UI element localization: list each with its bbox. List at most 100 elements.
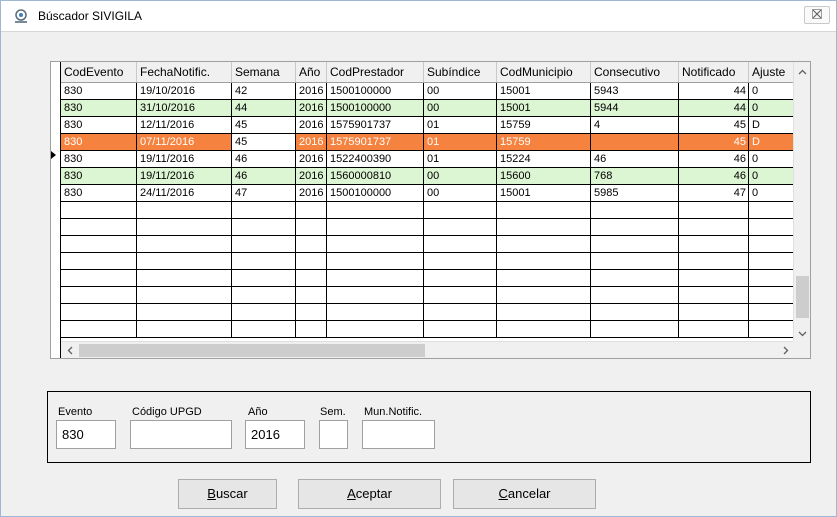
- table-cell[interactable]: [679, 236, 749, 252]
- table-cell[interactable]: 15001: [497, 185, 591, 201]
- table-cell[interactable]: [497, 253, 591, 269]
- table-cell[interactable]: [296, 321, 327, 337]
- table-cell[interactable]: [327, 236, 424, 252]
- column-header[interactable]: Consecutivo: [591, 62, 679, 82]
- table-cell[interactable]: [749, 202, 796, 218]
- table-cell[interactable]: [232, 287, 296, 303]
- horizontal-scrollbar[interactable]: [61, 341, 794, 358]
- table-cell[interactable]: D: [749, 134, 796, 150]
- table-cell[interactable]: [591, 134, 679, 150]
- table-cell[interactable]: [61, 270, 137, 286]
- table-cell[interactable]: [61, 287, 137, 303]
- table-cell[interactable]: 0: [749, 100, 796, 116]
- table-cell[interactable]: 15759: [497, 117, 591, 133]
- table-cell[interactable]: [327, 321, 424, 337]
- table-cell[interactable]: [137, 253, 232, 269]
- title-bar[interactable]: Búscador SIVIGILA: [1, 1, 836, 32]
- table-cell[interactable]: [424, 270, 497, 286]
- table-cell[interactable]: 830: [61, 117, 137, 133]
- table-cell[interactable]: [749, 219, 796, 235]
- column-header[interactable]: Subíndice: [424, 62, 497, 82]
- table-cell[interactable]: 46: [591, 151, 679, 167]
- semana-input[interactable]: [319, 420, 348, 449]
- table-cell[interactable]: 44: [679, 83, 749, 99]
- table-cell[interactable]: 47: [232, 185, 296, 201]
- table-cell[interactable]: 1522400390: [327, 151, 424, 167]
- table-cell[interactable]: [232, 270, 296, 286]
- table-cell[interactable]: 2016: [296, 134, 327, 150]
- table-cell[interactable]: [232, 321, 296, 337]
- table-cell[interactable]: [679, 270, 749, 286]
- table-cell[interactable]: 1575901737: [327, 134, 424, 150]
- row-selector-column[interactable]: [51, 62, 61, 358]
- table-cell[interactable]: [327, 287, 424, 303]
- table-row[interactable]: 830 12/11/2016 45 2016 1575901737 01 15759 4 45 D: [61, 117, 796, 134]
- municipio-input[interactable]: [362, 420, 435, 449]
- table-cell[interactable]: [232, 304, 296, 320]
- table-cell[interactable]: [232, 236, 296, 252]
- table-cell[interactable]: [137, 270, 232, 286]
- table-cell[interactable]: 45: [232, 134, 296, 150]
- table-cell[interactable]: 46: [232, 168, 296, 184]
- table-cell[interactable]: [137, 236, 232, 252]
- table-cell[interactable]: 5985: [591, 185, 679, 201]
- table-cell[interactable]: 15224: [497, 151, 591, 167]
- table-cell[interactable]: [679, 287, 749, 303]
- table-cell[interactable]: 07/11/2016: [137, 134, 232, 150]
- column-header[interactable]: Ajuste: [749, 62, 796, 82]
- table-row-selected[interactable]: 830 07/11/2016 45 2016 1575901737 01 15759 45 D: [61, 134, 796, 151]
- table-row[interactable]: 830 19/11/2016 46 2016 1522400390 01 15224 46 46…: [61, 151, 796, 168]
- table-cell[interactable]: [424, 253, 497, 269]
- table-cell[interactable]: [424, 236, 497, 252]
- table-cell[interactable]: [296, 202, 327, 218]
- table-cell[interactable]: 45: [679, 134, 749, 150]
- table-cell[interactable]: 46: [232, 151, 296, 167]
- table-cell[interactable]: 19/11/2016: [137, 168, 232, 184]
- table-cell[interactable]: [591, 270, 679, 286]
- table-cell[interactable]: [327, 202, 424, 218]
- table-cell[interactable]: [497, 321, 591, 337]
- scroll-up-button[interactable]: [794, 62, 810, 79]
- vertical-scroll-thumb[interactable]: [796, 276, 809, 318]
- table-cell[interactable]: 01: [424, 134, 497, 150]
- table-cell[interactable]: [497, 202, 591, 218]
- table-cell[interactable]: 15001: [497, 83, 591, 99]
- table-cell[interactable]: D: [749, 117, 796, 133]
- table-cell[interactable]: [137, 321, 232, 337]
- table-cell[interactable]: [296, 253, 327, 269]
- table-cell[interactable]: 42: [232, 83, 296, 99]
- table-cell[interactable]: [61, 304, 137, 320]
- table-cell[interactable]: 15759: [497, 134, 591, 150]
- column-header[interactable]: CodEvento: [61, 62, 137, 82]
- table-cell[interactable]: [232, 219, 296, 235]
- table-cell[interactable]: [497, 287, 591, 303]
- table-cell[interactable]: [749, 270, 796, 286]
- table-cell[interactable]: 01: [424, 117, 497, 133]
- close-button[interactable]: [804, 6, 830, 24]
- empty-row[interactable]: [61, 287, 796, 304]
- table-cell[interactable]: [232, 202, 296, 218]
- empty-row[interactable]: [61, 236, 796, 253]
- table-cell[interactable]: 0: [749, 151, 796, 167]
- table-cell[interactable]: 00: [424, 168, 497, 184]
- table-cell[interactable]: [61, 202, 137, 218]
- table-cell[interactable]: 12/11/2016: [137, 117, 232, 133]
- table-cell[interactable]: [679, 253, 749, 269]
- table-cell[interactable]: [591, 236, 679, 252]
- table-cell[interactable]: 45: [232, 117, 296, 133]
- table-row[interactable]: 830 24/11/2016 47 2016 1500100000 00 15001 5985…: [61, 185, 796, 202]
- table-cell[interactable]: 768: [591, 168, 679, 184]
- table-cell[interactable]: [591, 321, 679, 337]
- table-cell[interactable]: [296, 236, 327, 252]
- empty-row[interactable]: [61, 270, 796, 287]
- table-cell[interactable]: 0: [749, 83, 796, 99]
- table-cell[interactable]: 830: [61, 185, 137, 201]
- table-cell[interactable]: [679, 304, 749, 320]
- table-cell[interactable]: 44: [679, 100, 749, 116]
- table-row[interactable]: 830 19/10/2016 42 2016 1500100000 00 15001 5943…: [61, 83, 796, 100]
- table-cell[interactable]: 2016: [296, 100, 327, 116]
- column-header[interactable]: Año: [296, 62, 327, 82]
- anio-input[interactable]: 2016: [245, 420, 305, 449]
- table-cell[interactable]: [424, 202, 497, 218]
- codigo-upgd-input[interactable]: [130, 420, 232, 449]
